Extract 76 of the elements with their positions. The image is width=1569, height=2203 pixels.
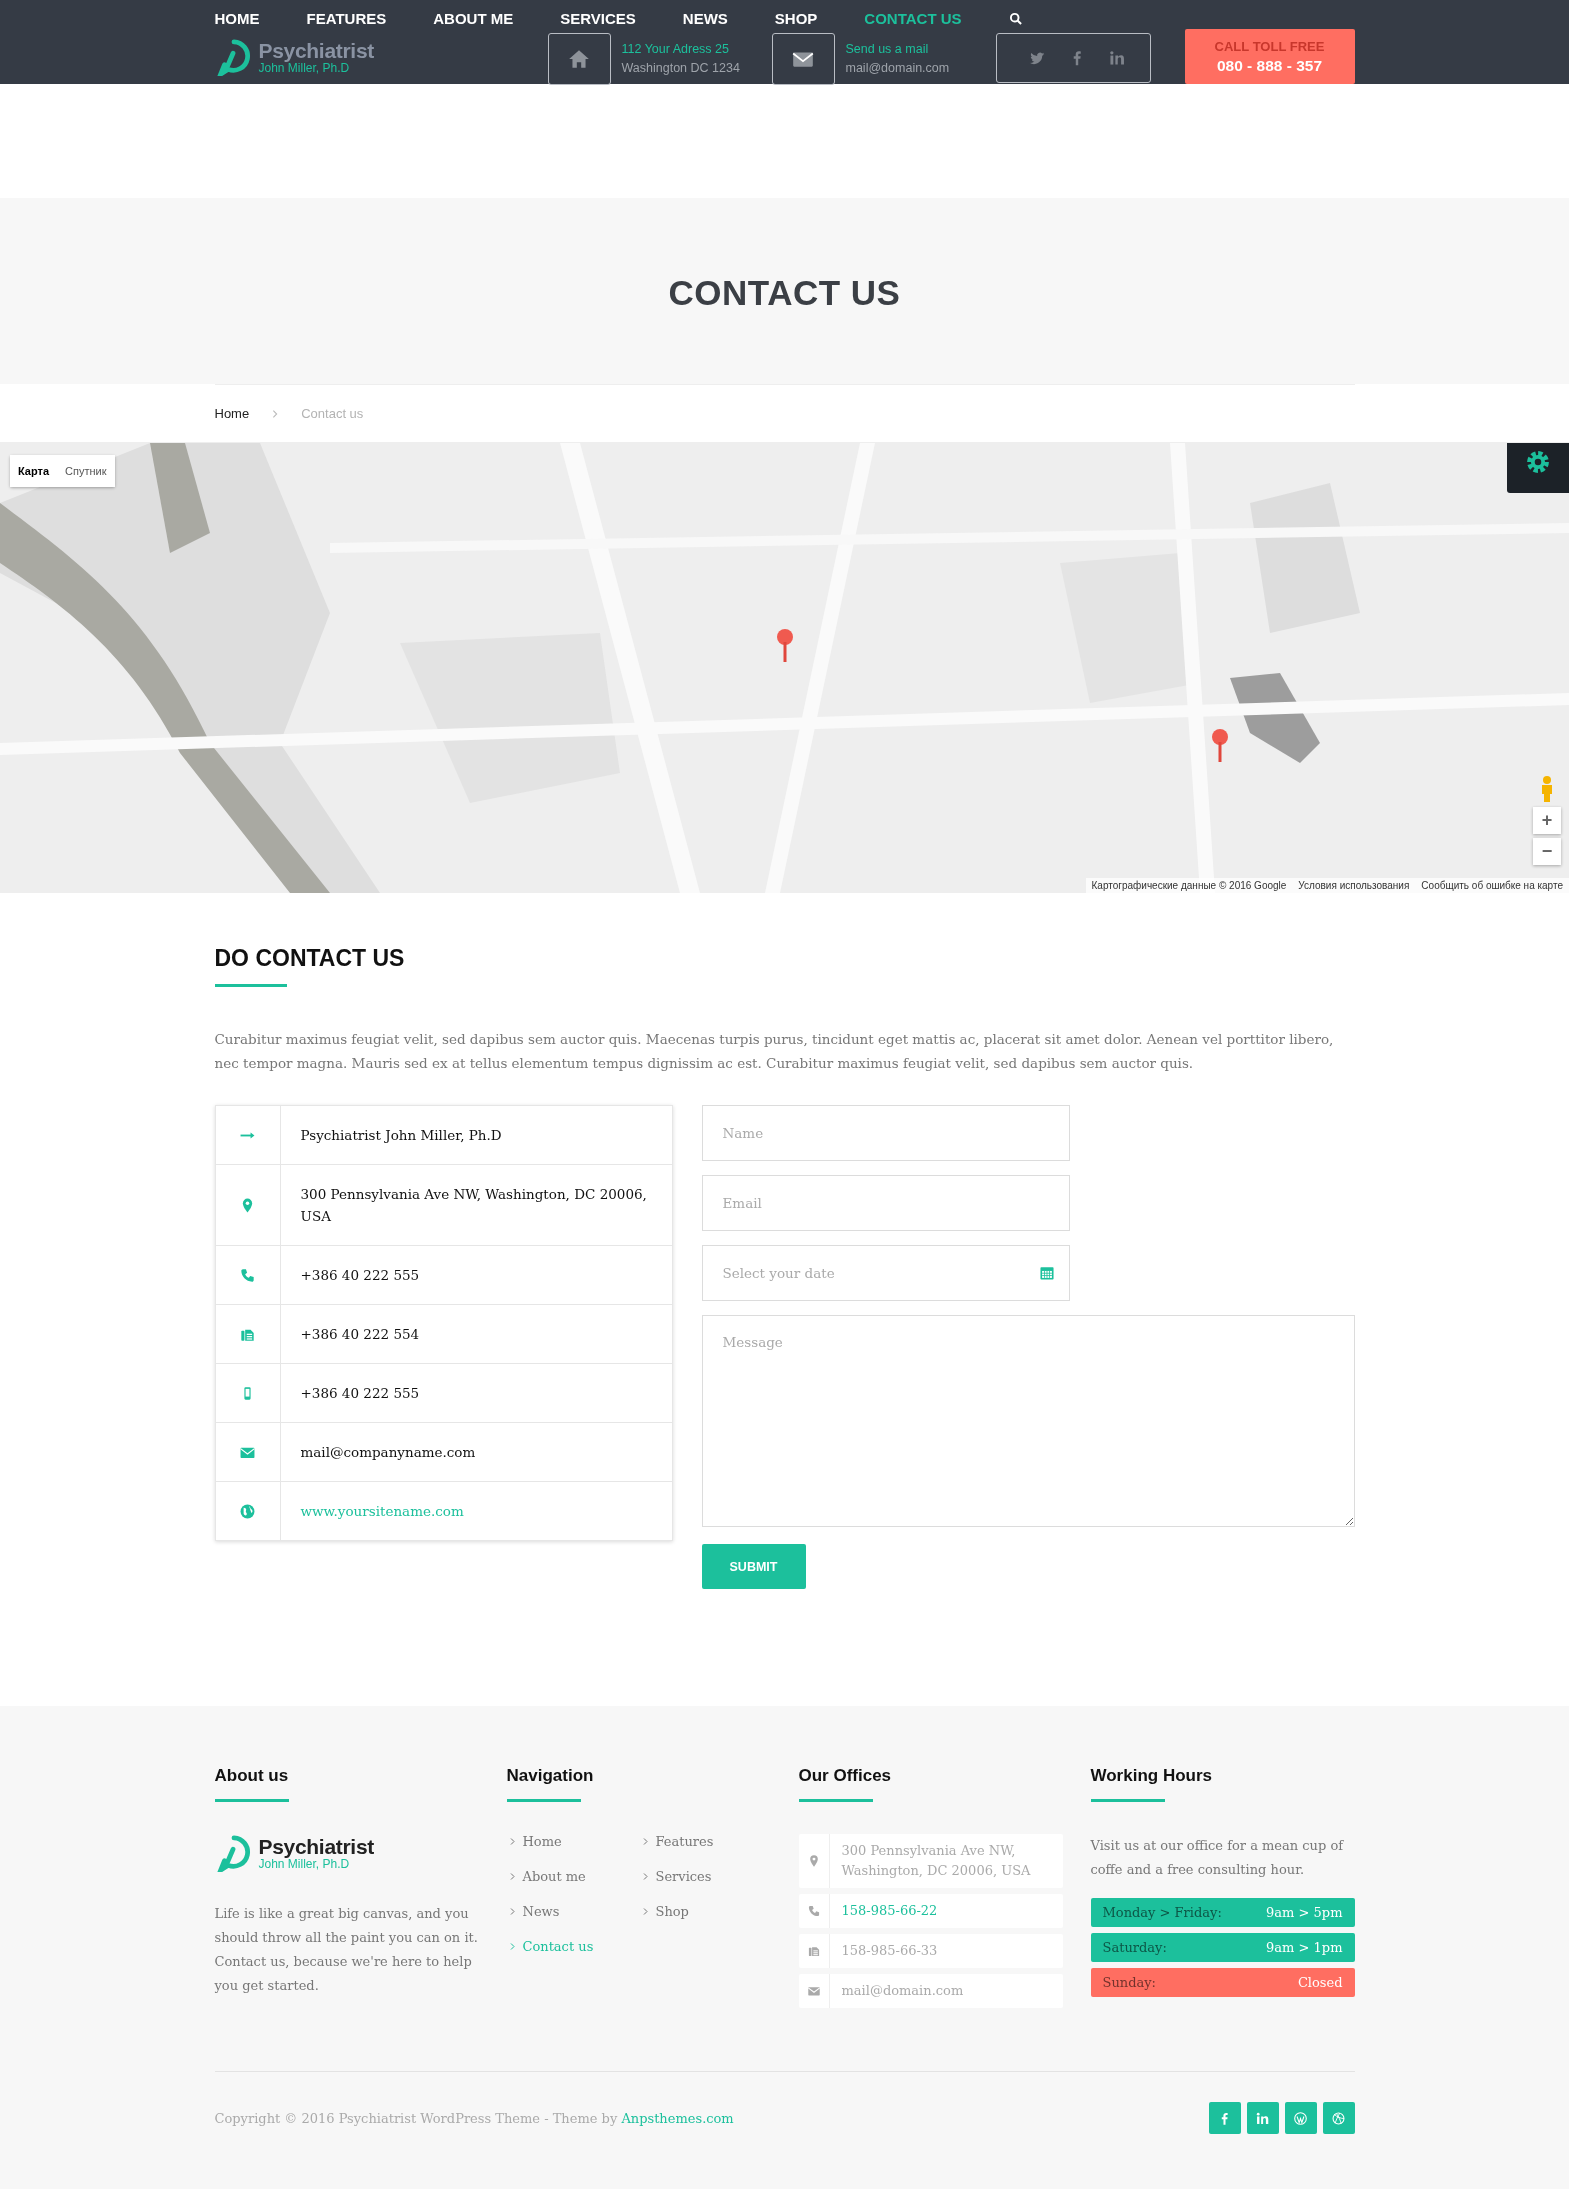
nav-link[interactable]: CONTACT US [864, 10, 962, 27]
logo-name: Psychiatrist [258, 1834, 374, 1858]
copyright-text: Copyright © 2016 Psychiatrist WordPress Theme - Theme by Anpsthemes.com [214, 2110, 734, 2126]
detail-text: 300 Pennsylvania Ave NW, Washington, DC 20006, USA [300, 1186, 647, 1224]
zoom-out-button[interactable]: − [1533, 838, 1561, 865]
footer-link[interactable]: Services [639, 1869, 770, 1884]
breadcrumb-link[interactable]: Home [214, 406, 250, 421]
map-marker-icon [1210, 728, 1230, 764]
map-link[interactable]: Сообщить об ошибке на карте [1421, 880, 1563, 891]
column-heading: Our Offices [798, 1766, 893, 1786]
day-label: Monday > Friday: [1102, 1905, 1222, 1920]
map-marker-icon [775, 628, 795, 664]
social-button[interactable] [1322, 2102, 1355, 2134]
zoom-in-button[interactable]: + [1533, 807, 1561, 834]
office-text: mail@domain.com [840, 1982, 965, 2000]
nav-link[interactable]: SERVICES [560, 10, 636, 27]
column-heading: About us [214, 1766, 290, 1786]
nav-link[interactable]: HOME [214, 10, 260, 27]
detail-text: Psychiatrist John Miller, Ph.D [300, 1127, 502, 1143]
footer-link[interactable]: About me [506, 1869, 640, 1884]
map-type-button[interactable]: Спутник [57, 455, 115, 487]
info-text: Washington DC 1234 [621, 60, 740, 77]
settings-button[interactable] [1507, 443, 1569, 493]
intro-text: Curabitur maximus feugiat velit, sed dapibus sem auctor quis. Maecenas turpis purus, tincidunt eget mattis ac, placerat sit amet dolor. Aenean vel porttitor libero, nec tempor magna. Mauris sed ex at tellus elementum tempus dignissim ac est. Curabitur maximus feugiat velit, sed dapibus sem auctor quis. [214, 1030, 1335, 1073]
date-field[interactable]: Select your date [701, 1245, 1070, 1301]
social-button[interactable] [1284, 2102, 1317, 2134]
search-icon [1008, 11, 1023, 26]
ball-icon [1331, 2110, 1346, 2126]
nav-link[interactable]: SHOP [774, 10, 818, 27]
nav-link[interactable]: FEATURES [306, 10, 387, 27]
office-text: 158-985-66-22 [840, 1902, 939, 1920]
info-title: 112 Your Adress 25 [621, 41, 729, 58]
info-text: mail@domain.com [845, 60, 950, 77]
input-field[interactable]: Email [701, 1175, 1070, 1231]
hours-value: Closed [1297, 1975, 1343, 1990]
map-type-button[interactable]: Карта [10, 455, 58, 487]
detail-text: +386 40 222 554 [300, 1326, 420, 1342]
input-field[interactable]: Name [701, 1105, 1070, 1161]
detail-text: +386 40 222 555 [300, 1267, 420, 1283]
footer-link[interactable]: Shop [639, 1904, 770, 1919]
message-field[interactable]: Message [701, 1315, 1355, 1527]
office-text: 158-985-66-33 [840, 1942, 939, 1960]
hours-text: Visit us at our office for a mean cup of coffe and a free consulting hour. [1090, 1837, 1345, 1879]
day-label: Sunday: [1102, 1975, 1156, 1990]
hours-value: 9am > 1pm [1266, 1940, 1343, 1955]
envelope-icon [806, 1984, 821, 1998]
phone-icon [806, 1904, 821, 1918]
social-button[interactable] [1208, 2102, 1241, 2134]
nav-link[interactable]: NEWS [682, 10, 728, 27]
detail-text: +386 40 222 555 [300, 1385, 420, 1401]
column-heading: Working Hours [1090, 1766, 1214, 1786]
footer-link[interactable]: News [506, 1904, 640, 1919]
wordpress-icon [1293, 2110, 1308, 2126]
page-title: CONTACT US [668, 272, 901, 313]
map-attribution: Картографические данные © 2016 Google [1091, 880, 1287, 891]
about-text: Life is like a great big canvas, and you should throw all the paint you can on it. Contact us, because we're here to help you get started. [214, 1905, 479, 1995]
logo-subtitle: John Miller, Ph.D [258, 61, 350, 76]
column-heading: Navigation [506, 1766, 595, 1786]
social-button[interactable] [1246, 2102, 1279, 2134]
phone-icon [239, 1266, 256, 1284]
linkedin-icon [1255, 2110, 1270, 2126]
nav-link[interactable]: ABOUT ME [433, 10, 514, 27]
fax-icon [806, 1944, 821, 1958]
logo-name: Psychiatrist [258, 38, 374, 62]
footer-link[interactable]: Home [506, 1834, 640, 1849]
logo-subtitle: John Miller, Ph.D [258, 1857, 350, 1872]
globe-icon [239, 1502, 256, 1520]
hours-value: 9am > 5pm [1266, 1905, 1343, 1920]
map-link[interactable]: Условия использования [1298, 880, 1410, 891]
day-label: Saturday: [1102, 1940, 1167, 1955]
detail-text: mail@companyname.com [300, 1444, 476, 1460]
info-title: Send us a mail [845, 41, 929, 58]
footer-link[interactable]: Features [639, 1834, 770, 1849]
linkedin-icon [1107, 49, 1126, 67]
office-text: 300 Pennsylvania Ave NW, Washington, DC 20006, USA [840, 1842, 1032, 1880]
section-heading: DO CONTACT US [214, 945, 405, 972]
